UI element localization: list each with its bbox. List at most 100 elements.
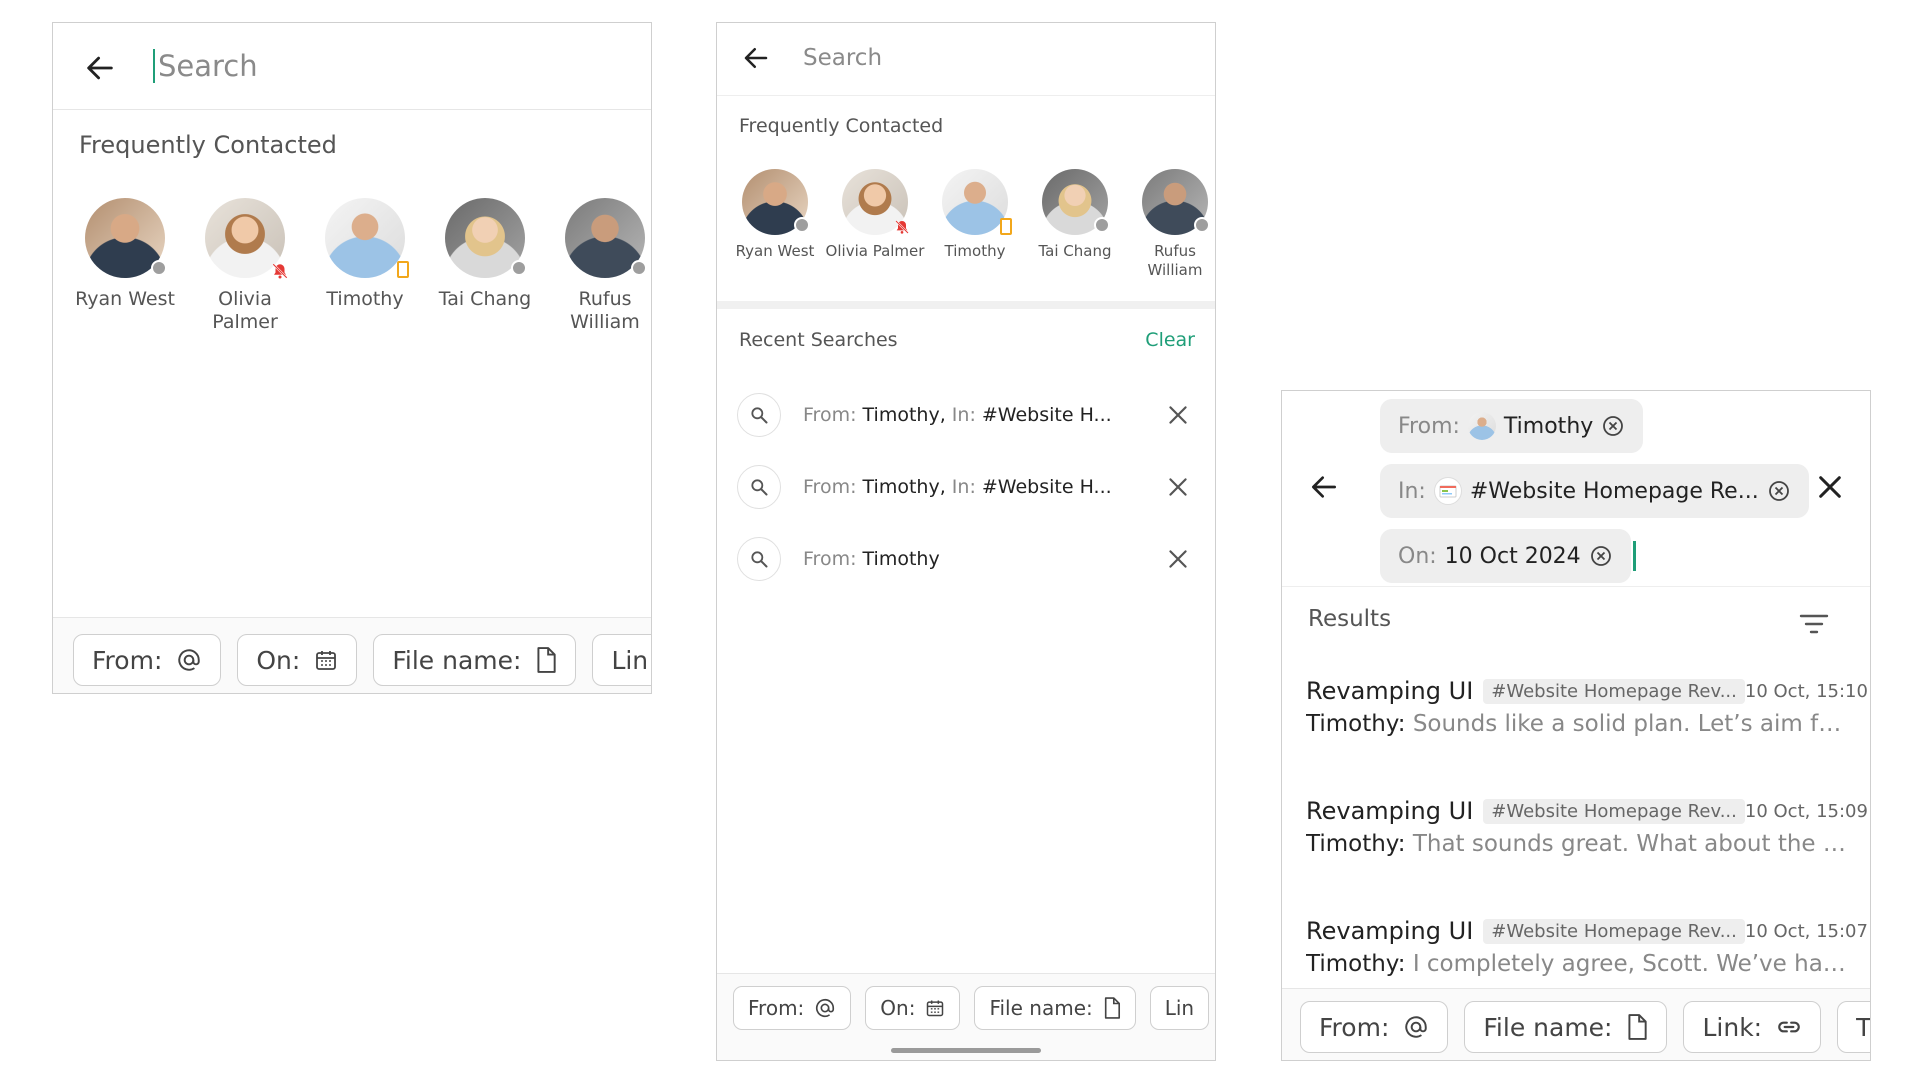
contact-rufus-william[interactable]: Rufus William (545, 198, 651, 334)
frequent-contacts-list: Ryan West Olivia Palmer Timothy Tai Chan… (65, 198, 651, 334)
search-box (153, 43, 580, 89)
avatar (942, 169, 1012, 235)
chip-label: Lin (611, 645, 649, 675)
recent-search-item[interactable]: From: Timothy (717, 523, 1215, 595)
active-from-filter[interactable]: From: Timothy (1380, 399, 1644, 453)
contact-name: Tai Chang (438, 288, 532, 310)
search-input[interactable] (156, 48, 580, 84)
contact-ryan-west[interactable]: Ryan West (65, 198, 185, 334)
contact-name: Olivia Palmer (825, 242, 925, 260)
remove-close-icon[interactable] (1165, 402, 1191, 428)
recent-search-query: From: Timothy (803, 548, 940, 570)
contact-olivia-palmer[interactable]: Olivia Palmer (185, 198, 305, 334)
status-offline-icon (511, 260, 527, 276)
chip-label: From: (748, 996, 805, 1020)
mobile-status-icon (1000, 218, 1012, 235)
text-cursor[interactable] (1633, 541, 1636, 571)
mobile-status-icon (397, 261, 409, 278)
frequently-contacted-title: Frequently Contacted (79, 131, 337, 159)
chip-label: File name: (1483, 1012, 1613, 1042)
recent-searches-list: From: Timothy, In: #Website H... From: T… (717, 379, 1215, 595)
contact-name: Timothy (944, 242, 1006, 260)
contact-timothy[interactable]: Timothy (925, 169, 1025, 280)
avatar (205, 198, 288, 279)
at-icon (176, 647, 202, 673)
contact-name: Tai Chang (1038, 242, 1112, 260)
active-in-channel-filter[interactable]: In: #Website Homepage Re... (1380, 464, 1809, 518)
status-offline-icon (1094, 217, 1110, 233)
result-item[interactable]: Revamping UI #Website Homepage Rev... 10… (1282, 793, 1870, 913)
filter-label: In: (1398, 478, 1426, 504)
filter-label: From: (1398, 413, 1460, 439)
chip-label: From: (92, 645, 163, 675)
frequently-contacted-title: Frequently Contacted (739, 115, 944, 137)
search-header (717, 23, 1215, 96)
on-date-filter-chip[interactable]: On: (865, 986, 961, 1030)
contact-olivia-palmer[interactable]: Olivia Palmer (825, 169, 925, 280)
sort-filter-icon[interactable] (1798, 610, 1830, 638)
result-snippet: Timothy: I completely agree, Scott. We’v… (1306, 951, 1846, 977)
contact-name: Rufus William (1147, 242, 1203, 279)
active-filters-header: From: Timothy In: #Website Homepage Re..… (1282, 391, 1870, 587)
result-title: Revamping UI (1306, 797, 1474, 825)
avatar (842, 169, 909, 235)
recent-search-query: From: Timothy, In: #Website H... (803, 404, 1112, 426)
result-item[interactable]: Revamping UI #Website Homepage Rev... 10… (1282, 673, 1870, 793)
link-filter-chip[interactable]: Lin (592, 634, 651, 686)
search-input[interactable] (801, 39, 1185, 77)
remove-close-icon[interactable] (1165, 546, 1191, 572)
from-filter-chip[interactable]: From: (73, 634, 222, 686)
contact-timothy[interactable]: Timothy (305, 198, 425, 334)
filter-label: On: (1398, 543, 1437, 569)
recent-search-item[interactable]: From: Timothy, In: #Website H... (717, 379, 1215, 451)
file-name-filter-chip[interactable]: File name: (974, 986, 1136, 1030)
back-arrow-icon[interactable] (83, 51, 117, 85)
file-name-filter-chip[interactable]: File name: (1464, 1001, 1668, 1053)
home-indicator[interactable] (891, 1048, 1041, 1053)
contact-name: Olivia Palmer (212, 288, 278, 333)
at-icon (1403, 1014, 1429, 1040)
chip-label: On: (880, 996, 916, 1020)
remove-filter-icon[interactable] (1601, 414, 1625, 438)
status-offline-icon (1194, 217, 1210, 233)
avatar (565, 198, 647, 278)
from-filter-chip[interactable]: From: (1300, 1001, 1449, 1053)
clear-recent-button[interactable]: Clear (1145, 329, 1195, 351)
file-name-filter-chip[interactable]: File name: (373, 634, 577, 686)
chip-label: File name: (392, 645, 522, 675)
from-filter-chip[interactable]: From: (733, 986, 852, 1030)
calendar-icon (925, 998, 945, 1018)
link-filter-chip[interactable]: Link: (1683, 1001, 1822, 1053)
back-arrow-icon[interactable] (741, 43, 771, 73)
close-icon[interactable] (1814, 471, 1846, 503)
contact-name: Rufus William (570, 288, 640, 333)
contact-ryan-west[interactable]: Ryan West (725, 169, 825, 280)
search-screen-empty: Frequently Contacted Ryan West Olivia Pa… (52, 22, 652, 694)
chip-label: T (1856, 1012, 1871, 1042)
channel-tag: #Website Homepage Rev... (1483, 918, 1745, 944)
chip-label: Lin (1164, 996, 1195, 1020)
search-screen-recent: Frequently Contacted Ryan West Olivia Pa… (716, 22, 1216, 1061)
remove-filter-icon[interactable] (1589, 544, 1613, 568)
contact-tai-chang[interactable]: Tai Chang (1025, 169, 1125, 280)
contact-tai-chang[interactable]: Tai Chang (425, 198, 545, 334)
next-filter-chip[interactable]: T (1837, 1001, 1871, 1053)
on-date-filter-chip[interactable]: On: (237, 634, 358, 686)
avatar (85, 198, 167, 278)
active-on-date-filter[interactable]: On: 10 Oct 2024 (1380, 529, 1631, 583)
file-icon (1103, 997, 1121, 1019)
link-filter-chip[interactable]: Lin (1149, 986, 1210, 1030)
result-timestamp: 10 Oct, 15:10 (1744, 680, 1868, 702)
remove-filter-icon[interactable] (1767, 479, 1791, 503)
text-cursor (153, 49, 155, 83)
avatar (1142, 169, 1210, 235)
contact-name: Timothy (326, 288, 404, 310)
avatar (1467, 412, 1496, 440)
back-arrow-icon[interactable] (1308, 471, 1340, 503)
status-offline-icon (151, 260, 167, 276)
remove-close-icon[interactable] (1165, 474, 1191, 500)
result-title: Revamping UI (1306, 677, 1474, 705)
contact-rufus-william[interactable]: Rufus William (1125, 169, 1215, 280)
result-title: Revamping UI (1306, 917, 1474, 945)
recent-search-item[interactable]: From: Timothy, In: #Website H... (717, 451, 1215, 523)
